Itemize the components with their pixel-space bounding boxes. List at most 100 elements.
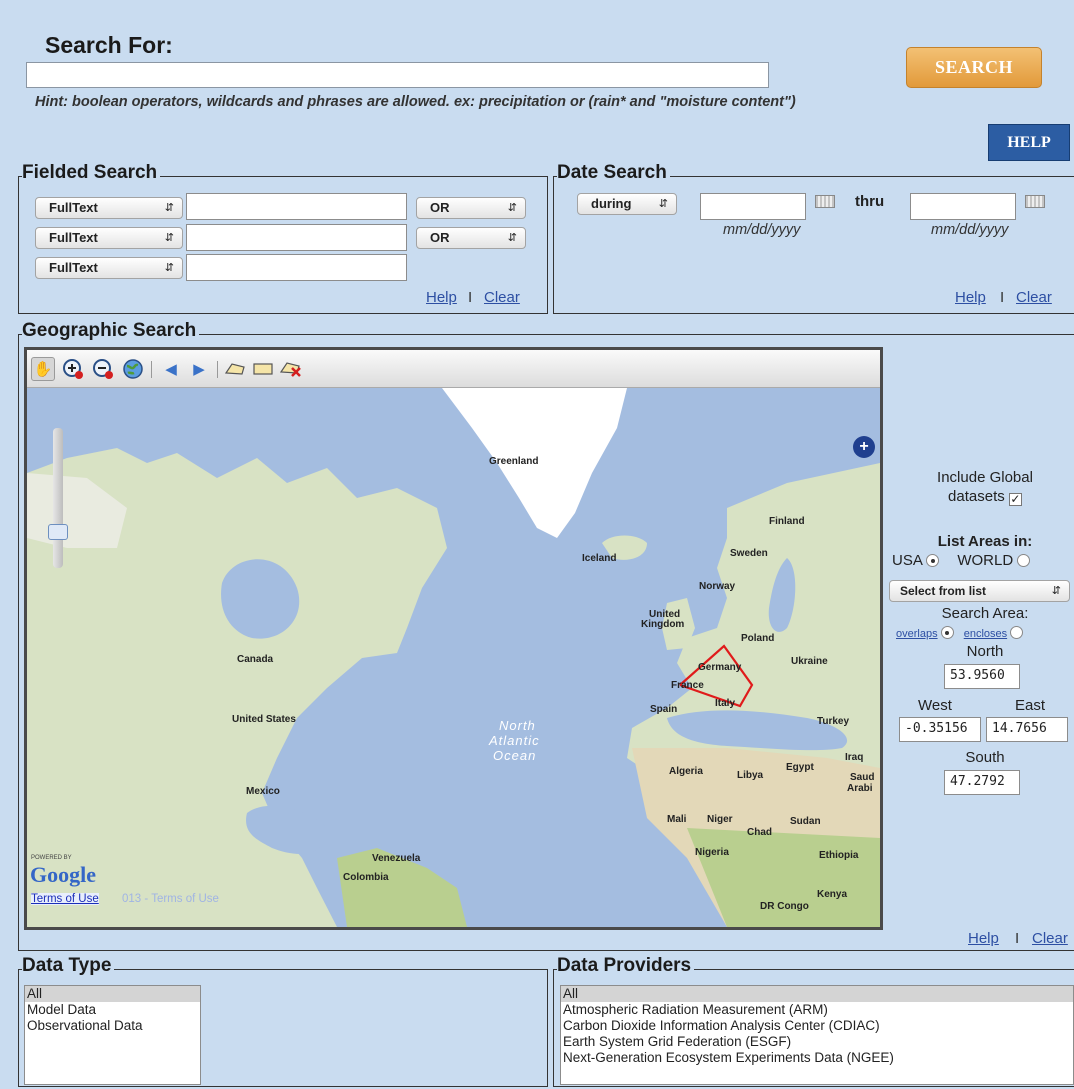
terms-of-use-link[interactable]: Terms of Use [31, 893, 99, 905]
list-item[interactable]: Earth System Grid Federation (ESGF) [561, 1034, 1073, 1050]
map-toolbar: ✋ ◀ ▶ [27, 350, 880, 388]
map-label: Egypt [786, 762, 814, 773]
map-view[interactable]: + Greenland Iceland Finland Sweden Norwa… [27, 388, 880, 927]
field-input-1[interactable] [186, 193, 407, 220]
clear-polygon-icon[interactable] [279, 357, 303, 381]
map-label: Kingdom [641, 619, 685, 630]
map-label: Norway [699, 581, 736, 592]
fielded-separator: I [468, 289, 473, 306]
date-thru-label: thru [855, 193, 885, 210]
map-label: Canada [237, 654, 274, 665]
zoom-out-icon[interactable] [91, 357, 115, 381]
date-mode-select[interactable]: during ⇵ [577, 193, 677, 215]
map-label: Nigeria [695, 847, 729, 858]
fielded-help-link[interactable]: Help [426, 289, 457, 306]
list-item[interactable]: Observational Data [25, 1018, 200, 1034]
area-scope-row: USA WORLD [892, 552, 1074, 569]
south-input[interactable]: 47.2792 [944, 770, 1020, 795]
overlaps-link[interactable]: overlaps [896, 628, 938, 640]
draw-polygon-icon[interactable] [223, 357, 247, 381]
draw-rectangle-icon[interactable] [251, 357, 275, 381]
zoom-in-icon[interactable] [61, 357, 85, 381]
fielded-clear-link[interactable]: Clear [484, 289, 520, 306]
zoom-slider-track[interactable] [53, 428, 63, 568]
map-label: Iraq [845, 752, 864, 763]
data-providers-list[interactable]: All Atmospheric Radiation Measurement (A… [560, 985, 1074, 1085]
map-label: Greenland [489, 456, 539, 467]
date-help-link[interactable]: Help [955, 289, 986, 306]
usa-radio[interactable] [926, 554, 940, 567]
field-input-2[interactable] [186, 224, 407, 251]
map-label: Mexico [246, 786, 280, 797]
list-item[interactable]: Model Data [25, 1002, 200, 1018]
powered-by-label: POWERED BY [31, 855, 72, 861]
map-label: Libya [737, 770, 764, 781]
map-label: Sudan [790, 816, 821, 827]
map-label: United States [232, 714, 296, 725]
map-container: ✋ ◀ ▶ + Greenland Iceland Finland Sweden… [24, 347, 883, 930]
area-select[interactable]: Select from list ⇵ [889, 580, 1070, 602]
map-label: Turkey [817, 716, 850, 727]
map-label: Atlantic [489, 733, 540, 748]
date-from-input[interactable] [700, 193, 806, 220]
west-input[interactable]: -0.35156 [899, 717, 981, 742]
world-radio[interactable] [1017, 554, 1031, 567]
map-label: Chad [747, 827, 772, 838]
map-label: France [671, 680, 704, 691]
map-label: DR Congo [760, 901, 809, 912]
calendar-icon[interactable] [815, 195, 835, 208]
list-item[interactable]: All [561, 986, 1073, 1002]
search-input[interactable] [26, 62, 769, 88]
date-clear-link[interactable]: Clear [1016, 289, 1052, 306]
geo-clear-link[interactable]: Clear [1032, 930, 1068, 947]
google-logo: Google [30, 862, 96, 887]
list-item[interactable]: Carbon Dioxide Information Analysis Cent… [561, 1018, 1073, 1034]
include-global-row: datasets ✓ [948, 488, 1022, 506]
date-to-input[interactable] [910, 193, 1016, 220]
west-label: West [918, 697, 952, 714]
north-label: North [966, 643, 1004, 660]
field-select-2[interactable]: FullText ⇵ [35, 227, 183, 249]
terms-of-use-faded: 013 - Terms of Use [122, 893, 219, 905]
data-type-list[interactable]: All Model Data Observational Data [24, 985, 201, 1085]
pan-hand-icon[interactable]: ✋ [31, 357, 55, 381]
overlaps-radio[interactable] [940, 626, 954, 639]
east-input[interactable]: 14.7656 [986, 717, 1068, 742]
operator-select-1[interactable]: OR ⇵ [416, 197, 526, 219]
map-label: Poland [741, 633, 775, 644]
encloses-link[interactable]: encloses [964, 628, 1007, 640]
field-select-3[interactable]: FullText ⇵ [35, 257, 183, 279]
encloses-radio[interactable] [1010, 626, 1024, 639]
map-label: Italy [715, 698, 736, 709]
calendar-icon[interactable] [1025, 195, 1045, 208]
search-button[interactable]: SEARCH [906, 47, 1042, 88]
map-label: Ukraine [791, 656, 828, 667]
search-title: Search For: [45, 32, 173, 58]
expand-plus-icon[interactable]: + [853, 436, 875, 458]
map-label: Spain [650, 704, 678, 715]
list-item[interactable]: Next-Generation Ecosystem Experiments Da… [561, 1050, 1073, 1066]
help-button[interactable]: HELP [988, 124, 1070, 161]
map-label: Sweden [730, 548, 768, 559]
forward-arrow-icon[interactable]: ▶ [187, 357, 211, 381]
list-item[interactable]: All [25, 986, 200, 1002]
map-label: Ocean [493, 748, 537, 763]
date-to-format: mm/dd/yyyy [931, 222, 1009, 238]
map-label: Kenya [817, 889, 848, 900]
zoom-slider-handle[interactable] [48, 524, 68, 540]
north-input[interactable]: 53.9560 [944, 664, 1020, 689]
geo-help-link[interactable]: Help [968, 930, 999, 947]
data-type-legend: Data Type [22, 956, 115, 976]
fielded-search-legend: Fielded Search [22, 163, 161, 183]
south-label: South [965, 749, 1005, 766]
field-input-3[interactable] [186, 254, 407, 281]
include-global-checkbox[interactable]: ✓ [1008, 493, 1022, 506]
globe-icon[interactable] [121, 357, 145, 381]
map-label: Algeria [669, 766, 703, 777]
list-item[interactable]: Atmospheric Radiation Measurement (ARM) [561, 1002, 1073, 1018]
map-label: Saud [850, 772, 875, 783]
list-areas-label: List Areas in: [937, 533, 1033, 550]
operator-select-2[interactable]: OR ⇵ [416, 227, 526, 249]
field-select-1[interactable]: FullText ⇵ [35, 197, 183, 219]
back-arrow-icon[interactable]: ◀ [159, 357, 183, 381]
